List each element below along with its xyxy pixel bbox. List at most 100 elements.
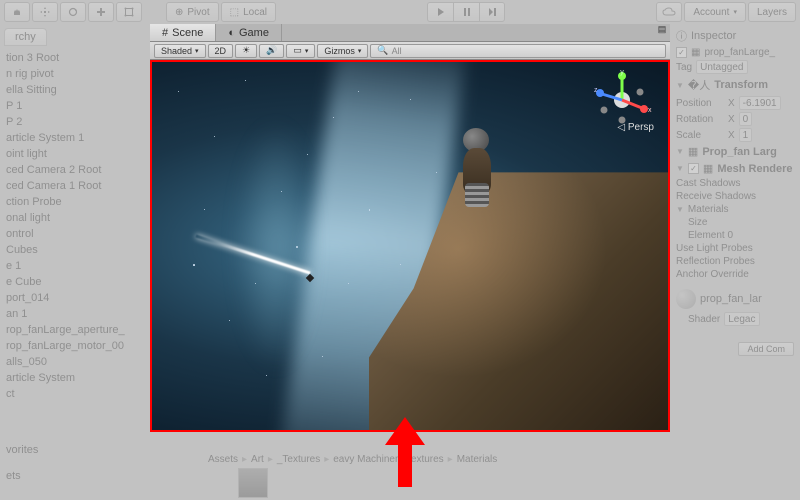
materials-label: Materials — [688, 204, 729, 215]
hierarchy-item[interactable]: onal light — [6, 210, 144, 226]
inspector-panel: ⓘInspector ✓▦prop_fanLarge_ TagUntagged … — [670, 24, 800, 500]
project-panel: vorites ets Assets▸Art▸_Textures▸eavy Ma… — [0, 440, 670, 500]
breadcrumb-segment[interactable]: Assets — [208, 454, 238, 465]
hierarchy-item[interactable]: P 1 — [6, 98, 144, 114]
breadcrumb-segment[interactable]: Materials — [457, 454, 498, 465]
pivot-button[interactable]: ⊕Pivot — [166, 2, 219, 22]
rect-tool-icon[interactable] — [116, 2, 142, 22]
receive-shadows-label: Receive Shadows — [676, 191, 756, 202]
reflection-probes-label: Reflection Probes — [676, 256, 755, 267]
cast-shadows-label: Cast Shadows — [676, 178, 740, 189]
shader-dropdown[interactable]: Legac — [724, 312, 759, 326]
inspector-tab[interactable]: ⓘInspector — [672, 26, 798, 46]
hierarchy-item[interactable]: ced Camera 2 Root — [6, 162, 144, 178]
account-dropdown[interactable]: Account▾ — [684, 2, 746, 22]
scene-icon: # — [162, 27, 168, 39]
active-checkbox[interactable]: ✓ — [676, 47, 687, 58]
cube-icon: ▦ — [691, 47, 700, 58]
element0-label: Element 0 — [688, 230, 733, 241]
hierarchy-panel: rchy tion 3 Rootn rig pivotella SittingP… — [0, 24, 150, 424]
local-button[interactable]: ⬚Local — [221, 2, 276, 22]
materials-size-label: Size — [688, 217, 707, 228]
hierarchy-item[interactable]: ct — [6, 386, 144, 402]
step-button[interactable] — [479, 2, 505, 22]
mesh-icon: ▦ — [688, 145, 698, 158]
hierarchy-item[interactable]: article System 1 — [6, 130, 144, 146]
hierarchy-item[interactable]: ced Camera 1 Root — [6, 178, 144, 194]
inspector-icon: ⓘ — [676, 28, 687, 44]
hierarchy-item[interactable]: ontrol — [6, 226, 144, 242]
svg-text:y: y — [620, 70, 624, 76]
rotate-tool-icon[interactable] — [60, 2, 86, 22]
hierarchy-item[interactable]: Cubes — [6, 242, 144, 258]
pivot-icon: ⊕ — [175, 7, 183, 18]
scene-panel: #Scene ◐Game ▤ Shaded 2D ☀ 🔊 ▭ Gizmos 🔍A… — [150, 24, 670, 432]
scale-tool-icon[interactable] — [88, 2, 114, 22]
svg-text:z: z — [594, 87, 598, 94]
svg-text:x: x — [648, 107, 652, 114]
anchor-override-label: Anchor Override — [676, 269, 749, 280]
renderer-enabled-checkbox[interactable]: ✓ — [688, 163, 699, 174]
object-name-field[interactable]: prop_fanLarge_ — [704, 47, 775, 58]
play-button[interactable] — [427, 2, 453, 22]
scene-control-bar: Shaded 2D ☀ 🔊 ▭ Gizmos 🔍All — [150, 42, 670, 60]
hierarchy-tab[interactable]: rchy — [4, 28, 47, 46]
asset-thumbnail[interactable] — [238, 468, 268, 498]
hierarchy-item[interactable]: P 2 — [6, 114, 144, 130]
light-probes-label: Use Light Probes — [676, 243, 753, 254]
hierarchy-item[interactable]: ction Probe — [6, 194, 144, 210]
tag-label: Tag — [676, 62, 692, 73]
shading-mode-dropdown[interactable]: Shaded — [154, 44, 206, 58]
scene-viewport[interactable]: y x z ◁ Persp — [150, 60, 670, 432]
pause-button[interactable] — [453, 2, 479, 22]
project-breadcrumb[interactable]: Assets▸Art▸_Textures▸eavy Machinery Text… — [200, 452, 505, 467]
scene-tab[interactable]: #Scene — [150, 24, 216, 41]
hierarchy-item[interactable]: rop_fanLarge_aperture_ — [6, 322, 144, 338]
hierarchy-item[interactable]: ella Sitting — [6, 82, 144, 98]
2d-toggle[interactable]: 2D — [208, 44, 234, 58]
lighting-toggle-icon[interactable]: ☀ — [235, 44, 257, 58]
assets-label: ets — [2, 468, 668, 484]
tag-dropdown[interactable]: Untagged — [696, 60, 747, 74]
cloud-icon[interactable] — [656, 2, 682, 22]
breadcrumb-segment[interactable]: Art — [251, 454, 264, 465]
position-x-field[interactable]: -6.1901 — [739, 96, 781, 110]
hierarchy-item[interactable]: tion 3 Root — [6, 50, 144, 66]
panel-menu-icon[interactable]: ▤ — [654, 24, 670, 41]
orientation-gizmo[interactable]: y x z — [592, 70, 652, 130]
hierarchy-item[interactable]: e Cube — [6, 274, 144, 290]
hierarchy-item[interactable]: rop_fanLarge_motor_00 — [6, 338, 144, 354]
scale-x-field[interactable]: 1 — [739, 128, 753, 142]
add-component-button[interactable]: Add Com — [738, 342, 794, 356]
mesh-renderer-header[interactable]: Mesh Rendere — [717, 163, 792, 175]
fx-dropdown-icon[interactable]: ▭ — [286, 44, 315, 58]
search-icon: 🔍 — [377, 45, 388, 56]
hierarchy-item[interactable]: n rig pivot — [6, 66, 144, 82]
rotation-x-field[interactable]: 0 — [739, 112, 753, 126]
layers-dropdown[interactable]: Layers — [748, 2, 796, 22]
hierarchy-item[interactable]: alls_050 — [6, 354, 144, 370]
transform-icon: �人 — [688, 77, 710, 93]
local-icon: ⬚ — [230, 7, 239, 18]
hierarchy-item[interactable]: article System — [6, 370, 144, 386]
hierarchy-item[interactable]: an 1 — [6, 306, 144, 322]
callout-arrow — [380, 417, 430, 490]
hierarchy-item[interactable]: e 1 — [6, 258, 144, 274]
game-tab[interactable]: ◐Game — [216, 24, 282, 41]
move-tool-icon[interactable] — [32, 2, 58, 22]
breadcrumb-segment[interactable]: _Textures — [277, 454, 320, 465]
play-controls — [427, 2, 505, 22]
audio-toggle-icon[interactable]: 🔊 — [259, 44, 284, 58]
projection-label[interactable]: ◁ Persp — [617, 122, 654, 133]
character — [453, 128, 503, 208]
hierarchy-item[interactable]: port_014 — [6, 290, 144, 306]
renderer-icon: ▦ — [703, 162, 713, 175]
gizmos-dropdown[interactable]: Gizmos — [317, 44, 368, 58]
material-ball-icon — [676, 289, 696, 309]
hierarchy-item[interactable]: oint light — [6, 146, 144, 162]
main-toolbar: ⊕Pivot ⬚Local Account▾ Layers — [0, 0, 800, 24]
scene-search-input[interactable]: 🔍All — [370, 44, 666, 58]
transform-header[interactable]: Transform — [714, 79, 768, 91]
hand-tool-icon[interactable] — [4, 2, 30, 22]
mesh-filter-header[interactable]: Prop_fan Larg — [702, 146, 777, 158]
